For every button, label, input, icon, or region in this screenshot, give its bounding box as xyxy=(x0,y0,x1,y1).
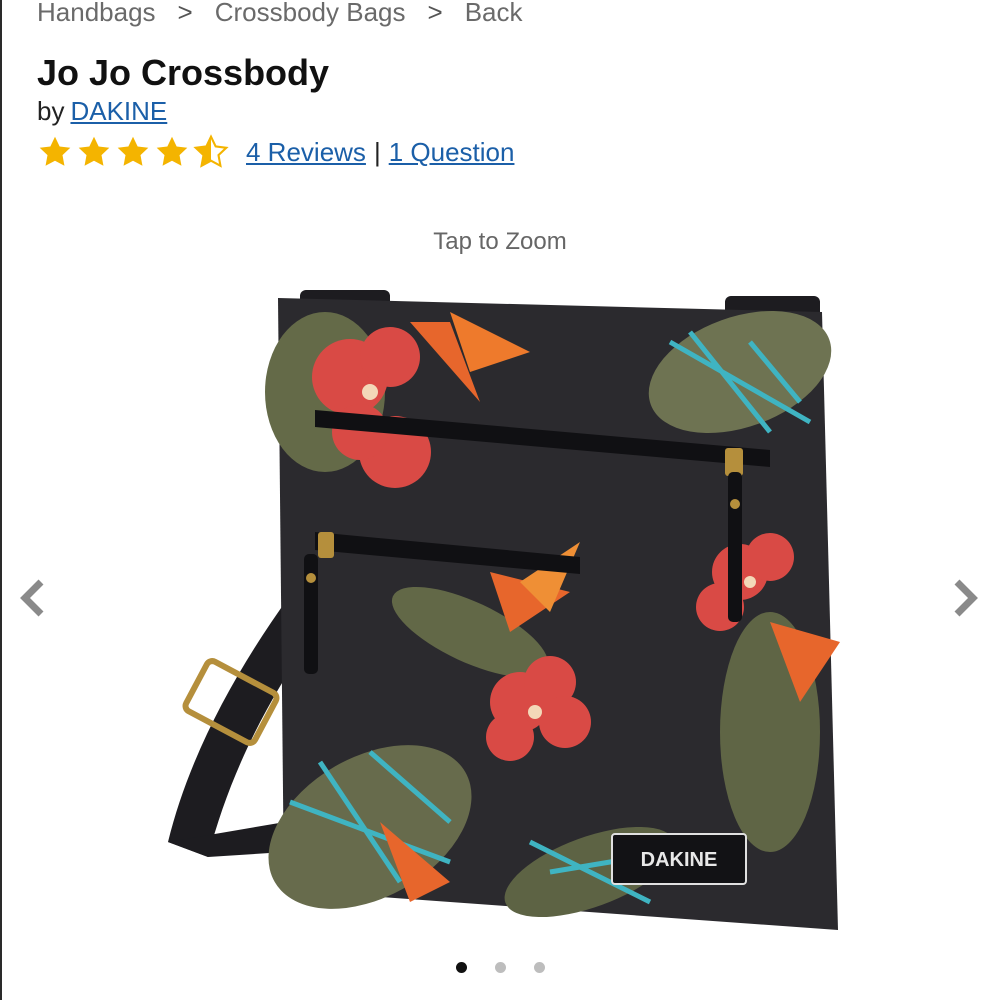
star-full-icon xyxy=(39,136,71,166)
breadcrumb-crossbody-bags[interactable]: Crossbody Bags xyxy=(215,0,406,28)
chevron-left-icon[interactable] xyxy=(10,574,58,622)
breadcrumb-handbags[interactable]: Handbags xyxy=(37,0,156,28)
pager-dot-1[interactable] xyxy=(455,962,467,973)
pager-dot-3[interactable] xyxy=(533,962,545,973)
star-full-icon xyxy=(78,136,110,166)
image-pager xyxy=(0,962,1000,973)
link-divider: | xyxy=(373,136,381,167)
brand-line: by DAKINE xyxy=(37,96,167,127)
reviews-link[interactable]: 4 Reviews xyxy=(246,137,366,168)
breadcrumb-separator: > xyxy=(427,0,443,27)
chevron-right-icon[interactable] xyxy=(940,574,988,622)
questions-link[interactable]: 1 Question xyxy=(389,137,515,168)
tap-to-zoom-hint: Tap to Zoom xyxy=(433,228,567,255)
breadcrumb-back[interactable]: Back xyxy=(465,0,523,28)
brand-patch-text: DAKINE xyxy=(641,849,718,871)
product-title: Jo Jo Crossbody xyxy=(37,52,330,93)
brand-link[interactable]: DAKINE xyxy=(70,96,167,126)
pager-dot-2[interactable] xyxy=(494,962,506,973)
rating-row: 4 Reviews | 1 Question xyxy=(37,133,514,171)
star-full-icon xyxy=(117,136,149,166)
star-full-icon xyxy=(156,136,188,166)
left-border xyxy=(0,0,2,1000)
brand-prefix: by xyxy=(37,96,65,126)
star-rating[interactable] xyxy=(37,134,232,170)
product-image[interactable]: DAKINE xyxy=(150,282,850,942)
breadcrumb-separator: > xyxy=(177,0,193,27)
star-half-icon xyxy=(193,134,229,168)
breadcrumb: Handbags > Crossbody Bags > Back xyxy=(37,0,523,30)
